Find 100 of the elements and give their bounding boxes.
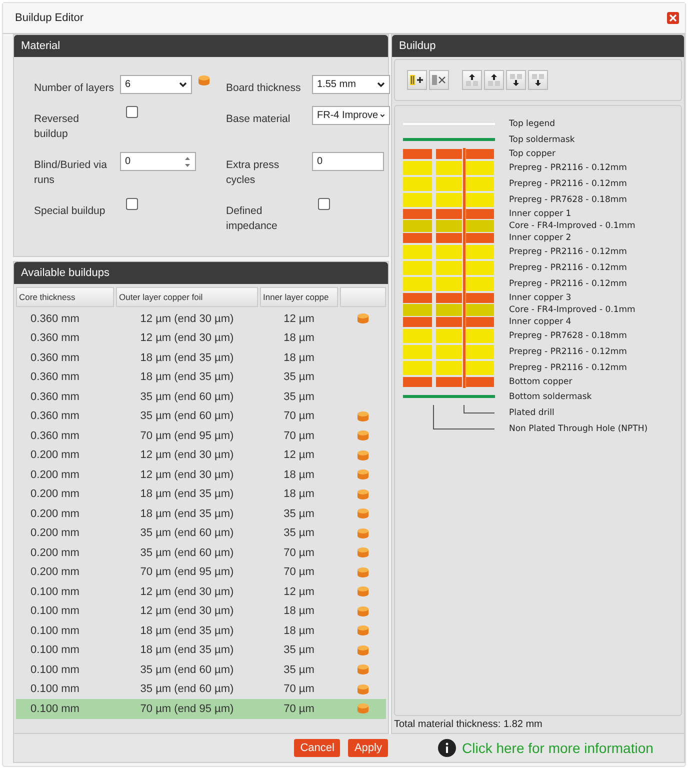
cancel-button[interactable]: Cancel bbox=[294, 739, 340, 757]
table-cell-text: 0.100 mm bbox=[30, 702, 80, 715]
table-cell-text: 0.200 mm bbox=[30, 468, 80, 481]
apply-button[interactable]: Apply bbox=[348, 739, 388, 757]
table-row[interactable]: 0.100 mm 18 µm (end 35 µm) 18 µm bbox=[16, 621, 386, 640]
field-label: Reversed buildup bbox=[34, 112, 80, 142]
table-row[interactable]: 0.100 mm 70 µm (end 95 µm) 70 µm bbox=[16, 699, 386, 718]
table-cell-text: 12 µm (end 30 µm) bbox=[139, 332, 235, 344]
close-button[interactable] bbox=[667, 12, 679, 24]
panel-header: Available buildups bbox=[14, 262, 388, 284]
panel-header: Buildup bbox=[392, 35, 684, 57]
table-cell-text: 35 µm (end 60 µm) bbox=[139, 664, 235, 676]
table-cell-text: 0.360 mm bbox=[30, 332, 80, 344]
remove-layer-button[interactable] bbox=[429, 70, 449, 90]
table-cell-text: 35 µm bbox=[282, 508, 316, 520]
select-field[interactable]: 6 bbox=[120, 75, 192, 94]
table-row[interactable]: 0.200 mm 12 µm (end 30 µm) 12 µm bbox=[16, 446, 386, 465]
move-layer-button[interactable] bbox=[506, 70, 526, 90]
table-row[interactable]: 0.100 mm 12 µm (end 30 µm) 12 µm bbox=[16, 582, 386, 602]
table-row[interactable]: 0.100 mm 12 µm (end 30 µm) 18 µm bbox=[16, 602, 386, 621]
layer-cross-icon bbox=[431, 74, 447, 86]
table-row[interactable]: 0.100 mm 35 µm (end 60 µm) 70 µm bbox=[16, 680, 386, 699]
field-label: Board thickness bbox=[226, 81, 302, 96]
move-layer-button[interactable] bbox=[484, 70, 504, 90]
table-row[interactable]: 0.360 mm 35 µm (end 60 µm) 70 µm bbox=[16, 406, 386, 426]
layer-label: Bottom soldermask bbox=[509, 392, 593, 402]
table-row[interactable]: 0.200 mm 18 µm (end 35 µm) 35 µm bbox=[16, 504, 386, 524]
layer-label: Prepreg - PR7628 - 0.18mm bbox=[509, 331, 628, 341]
table-row[interactable]: 0.100 mm 35 µm (end 60 µm) 35 µm bbox=[16, 660, 386, 680]
table-cell-text: 35 µm bbox=[282, 390, 316, 403]
table-cell-text: 0.200 mm bbox=[30, 566, 80, 578]
layer-label: Plated drill bbox=[509, 408, 556, 418]
field-label: Base material bbox=[226, 112, 292, 127]
table-row[interactable]: 0.360 mm 12 µm (end 30 µm) 12 µm bbox=[16, 309, 386, 328]
field-label: Blind/Buried via runs bbox=[34, 158, 108, 188]
layer-label: Non Plated Through Hole (NPTH) bbox=[509, 424, 649, 434]
table-row[interactable]: 0.200 mm 70 µm (end 95 µm) 70 µm bbox=[16, 562, 386, 582]
table-cell-text: 70 µm bbox=[282, 410, 316, 422]
input-field[interactable]: 0 bbox=[312, 152, 384, 171]
layer-label: Inner copper 1 bbox=[509, 209, 572, 219]
table-cell-text: 12 µm (end 30 µm) bbox=[139, 449, 235, 462]
field-label: Special buildup bbox=[34, 204, 106, 219]
table-cell-text: 0.360 mm bbox=[30, 352, 80, 364]
table-cell-text: 18 µm (end 35 µm) bbox=[139, 352, 235, 364]
table-row[interactable]: 0.200 mm 35 µm (end 60 µm) 35 µm bbox=[16, 524, 386, 543]
layer-label: Inner copper 3 bbox=[509, 293, 572, 303]
table-cell-text: 0.200 mm bbox=[30, 546, 80, 559]
layer-label: Core - FR4-Improved - 0.1mm bbox=[509, 221, 636, 231]
table-cell-text: 12 µm (end 30 µm) bbox=[139, 468, 235, 481]
layer-label: Prepreg - PR2116 - 0.12mm bbox=[509, 179, 628, 189]
select-field[interactable]: FR-4 Improve bbox=[312, 106, 390, 125]
add-layer-button[interactable] bbox=[407, 70, 427, 90]
table-cell-text: 18 µm (end 35 µm) bbox=[139, 624, 235, 637]
checkbox[interactable] bbox=[126, 198, 138, 210]
table-row[interactable]: 0.360 mm 18 µm (end 35 µm) 18 µm bbox=[16, 348, 386, 368]
table-cell-text: 18 µm (end 35 µm) bbox=[139, 644, 235, 656]
table-cell-text: 0.360 mm bbox=[30, 390, 80, 403]
select-field[interactable]: 1.55 mm bbox=[312, 75, 390, 94]
caret-icon bbox=[380, 113, 385, 118]
close-icon bbox=[669, 14, 677, 22]
table-cell-text: 0.100 mm bbox=[30, 586, 80, 598]
move-layer-button[interactable] bbox=[528, 70, 548, 90]
spinner-field[interactable]: 0 bbox=[120, 152, 196, 171]
column-header[interactable]: Inner layer coppe bbox=[260, 287, 338, 307]
table-row[interactable]: 0.360 mm 18 µm (end 35 µm) 35 µm bbox=[16, 368, 386, 387]
table-row[interactable]: 0.200 mm 18 µm (end 35 µm) 18 µm bbox=[16, 484, 386, 504]
table-cell-text: 70 µm bbox=[282, 566, 316, 578]
table-cell-text: 35 µm bbox=[282, 527, 316, 540]
table-cell-text: 0.100 mm bbox=[30, 683, 80, 696]
table-cell-text: 18 µm bbox=[282, 332, 316, 344]
table-row[interactable]: 0.200 mm 12 µm (end 30 µm) 18 µm bbox=[16, 465, 386, 484]
layer-label: Top soldermask bbox=[509, 134, 576, 144]
table-cell-text: 0.360 mm bbox=[30, 371, 80, 384]
layer-label: Inner copper 2 bbox=[509, 233, 572, 243]
table-row[interactable]: 0.100 mm 18 µm (end 35 µm) 35 µm bbox=[16, 640, 386, 660]
table-cell-text: 70 µm (end 95 µm) bbox=[139, 702, 235, 715]
table-cell-text: 12 µm (end 30 µm) bbox=[139, 586, 235, 598]
checkbox[interactable] bbox=[126, 106, 138, 118]
table-row[interactable]: 0.360 mm 70 µm (end 95 µm) 70 µm bbox=[16, 426, 386, 446]
table-cell-text: 18 µm bbox=[282, 488, 316, 500]
layer-label: Inner copper 4 bbox=[509, 317, 572, 327]
layer-label: Prepreg - PR2116 - 0.12mm bbox=[509, 263, 628, 273]
column-header[interactable]: Outer layer copper foil bbox=[116, 287, 258, 307]
down-arrow-icon bbox=[509, 73, 523, 87]
table-row[interactable]: 0.200 mm 35 µm (end 60 µm) 70 µm bbox=[16, 543, 386, 562]
move-layer-button[interactable] bbox=[462, 70, 482, 90]
table-row[interactable]: 0.360 mm 12 µm (end 30 µm) 18 µm bbox=[16, 328, 386, 348]
column-header[interactable]: Core thickness bbox=[16, 287, 114, 307]
table-cell-text: 0.200 mm bbox=[30, 527, 80, 540]
table-cell-text: 18 µm bbox=[282, 352, 316, 364]
checkbox[interactable] bbox=[318, 198, 330, 210]
table-cell-text: 12 µm bbox=[282, 312, 316, 325]
table-cell-text: 18 µm bbox=[282, 624, 316, 637]
table-cell-text: 35 µm bbox=[282, 371, 316, 384]
table-cell-text: 12 µm bbox=[282, 586, 316, 598]
table-row[interactable]: 0.360 mm 35 µm (end 60 µm) 35 µm bbox=[16, 387, 386, 406]
table-cell-text: 0.360 mm bbox=[30, 430, 80, 442]
layer-label: Bottom copper bbox=[509, 377, 574, 387]
layer-label: Prepreg - PR2116 - 0.12mm bbox=[509, 247, 628, 257]
field-label: Extra press cycles bbox=[226, 158, 280, 188]
